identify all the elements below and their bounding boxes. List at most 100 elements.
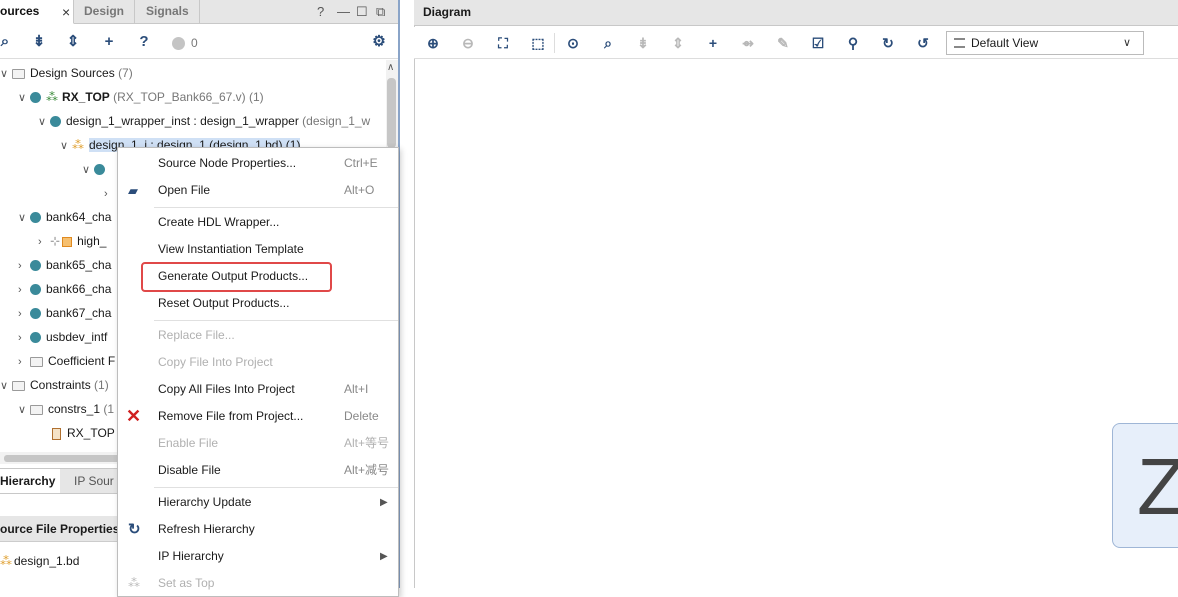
highlight-box <box>141 262 332 292</box>
chevron-right-icon[interactable]: › <box>104 183 116 205</box>
module-icon <box>30 284 41 296</box>
module-icon <box>30 92 41 104</box>
menu-item-create-hdl-wrapper[interactable]: Create HDL Wrapper... <box>118 209 398 236</box>
zoom-selection-icon[interactable]: ⬚ <box>529 34 547 52</box>
menu-item-ip-hierarchy[interactable]: IP Hierarchy ▶ <box>118 543 398 570</box>
menu-item-remove-file-from-project[interactable]: ✕ Remove File from Project... Delete <box>118 403 398 430</box>
zoom-fit-icon[interactable]: ⛶ <box>494 34 512 52</box>
tree-item-rx-top-xdc[interactable]: RX_TOP <box>52 422 115 444</box>
menu-item-copy-all-files-into-project[interactable]: Copy All Files Into Project Alt+I <box>118 376 398 403</box>
tree-vertical-scroll-thumb[interactable] <box>387 78 396 148</box>
tree-item-high[interactable]: › ⊹ high_ <box>38 230 106 252</box>
regenerate-layout-icon[interactable]: ↺ <box>914 34 932 52</box>
scroll-up-icon[interactable]: ∧ <box>387 62 394 73</box>
tree-horizontal-scroll-thumb[interactable] <box>4 455 124 462</box>
chevron-down-icon[interactable]: ∨ <box>18 399 30 421</box>
add-icon[interactable]: + <box>100 33 118 51</box>
menu-item-label: Open File <box>158 183 211 197</box>
maximize-icon[interactable]: ☐ <box>356 4 368 20</box>
tree-item-constrs-1[interactable]: ∨ constrs_1 (1 <box>18 398 114 420</box>
menu-item-disable-file[interactable]: Disable File Alt+减号 <box>118 457 398 484</box>
search-icon[interactable]: ⌕ <box>599 34 617 52</box>
tree-label: RX_TOP <box>62 90 110 104</box>
make-connection-icon[interactable]: ⇴ <box>739 34 757 52</box>
tree-detail: (design_1_w <box>302 114 371 128</box>
tree-item-grandchild[interactable]: › <box>104 182 116 204</box>
chevron-right-icon[interactable]: › <box>18 327 30 349</box>
menu-item-label: Enable File <box>158 436 219 450</box>
tree-item-rx-top[interactable]: ∨ ⁂ RX_TOP (RX_TOP_Bank66_67.v) (1) <box>18 86 264 108</box>
chevron-down-icon[interactable]: ∨ <box>18 87 30 109</box>
wrench-icon[interactable]: ✎ <box>774 34 792 52</box>
help-icon[interactable]: ? <box>317 4 324 19</box>
menu-item-reset-output-products[interactable]: Reset Output Products... <box>118 290 398 317</box>
refresh-icon[interactable]: ↻ <box>879 34 897 52</box>
minimize-icon[interactable]: — <box>337 4 350 19</box>
chevron-down-icon[interactable]: ∨ <box>18 207 30 229</box>
chevron-right-icon[interactable]: › <box>18 351 30 373</box>
menu-separator <box>154 487 398 488</box>
tab-hierarchy[interactable]: Hierarchy <box>0 469 60 493</box>
tab-design[interactable]: Design <box>74 0 136 24</box>
menu-item-refresh-hierarchy[interactable]: ↻ Refresh Hierarchy <box>118 516 398 543</box>
tree-item-constraints[interactable]: ∨ Constraints (1) <box>0 374 109 396</box>
menu-separator <box>154 320 398 321</box>
expand-all-icon[interactable]: ⇕ <box>64 33 82 51</box>
view-select[interactable]: Default View ∨ <box>946 31 1144 55</box>
collapse-icon[interactable]: ⇟ <box>634 34 652 52</box>
validate-icon[interactable]: ☑ <box>809 34 827 52</box>
zoom-in-icon[interactable]: ⊕ <box>424 34 442 52</box>
tree-item-wrapper-inst[interactable]: ∨ design_1_wrapper_inst : design_1_wrappe… <box>38 110 370 132</box>
search-icon[interactable]: ⌕ <box>0 33 14 51</box>
gear-icon[interactable]: ⚙ <box>370 33 388 51</box>
close-icon[interactable]: × <box>62 4 70 20</box>
menu-item-replace-file: Replace File... <box>118 322 398 349</box>
status-count: 0 <box>191 36 198 50</box>
module-icon <box>30 308 41 320</box>
diagram-card[interactable]: Z <box>1112 423 1178 548</box>
tree-item-bank67[interactable]: › bank67_cha <box>18 302 111 324</box>
tree-item-bank66[interactable]: › bank66_cha <box>18 278 111 300</box>
chevron-right-icon[interactable]: › <box>18 279 30 301</box>
diagram-card-letter: Z <box>1137 442 1178 531</box>
tree-item-bank64[interactable]: ∨ bank64_cha <box>18 206 111 228</box>
folder-icon <box>30 356 43 367</box>
chevron-down-icon[interactable]: ∨ <box>0 375 12 397</box>
chevron-down-icon[interactable]: ∨ <box>82 159 94 181</box>
menu-item-source-node-properties[interactable]: Source Node Properties... Ctrl+E <box>118 150 398 177</box>
menu-item-label: IP Hierarchy <box>158 549 224 563</box>
tree-count: (1) <box>94 378 109 392</box>
chevron-down-icon[interactable]: ∨ <box>0 63 12 85</box>
menu-item-label: View Instantiation Template <box>158 242 304 256</box>
chevron-right-icon[interactable]: › <box>38 231 50 253</box>
target-icon[interactable]: ⊙ <box>564 34 582 52</box>
tree-item-coefficient[interactable]: › Coefficient F <box>18 350 115 372</box>
expand-icon[interactable]: ⇕ <box>669 34 687 52</box>
chevron-down-icon[interactable]: ∨ <box>60 135 72 157</box>
zoom-out-icon[interactable]: ⊖ <box>459 34 477 52</box>
add-ip-icon[interactable]: + <box>704 34 722 52</box>
menu-item-shortcut: Ctrl+E <box>344 156 378 170</box>
tree-item-usbdev[interactable]: › usbdev_intf <box>18 326 107 348</box>
sources-tab-bar: ources × Design Signals ? — ☐ ⧉ <box>0 0 398 24</box>
tree-item-child[interactable]: ∨ <box>82 158 110 180</box>
properties-file-name: design_1.bd <box>14 554 80 568</box>
tree-item-bank65[interactable]: › bank65_cha <box>18 254 111 276</box>
menu-item-enable-file: Enable File Alt+等号 <box>118 430 398 457</box>
menu-item-view-instantiation-template[interactable]: View Instantiation Template <box>118 236 398 263</box>
menu-item-label: Reset Output Products... <box>158 296 290 310</box>
float-icon[interactable]: ⧉ <box>376 4 385 20</box>
menu-item-open-file[interactable]: ▰ Open File Alt+O <box>118 177 398 204</box>
module-icon <box>30 260 41 272</box>
tab-signals[interactable]: Signals <box>136 0 200 24</box>
pin-icon[interactable]: ⚲ <box>844 34 862 52</box>
tab-ip-sources[interactable]: IP Sour <box>62 469 114 493</box>
chevron-right-icon[interactable]: › <box>18 303 30 325</box>
properties-icon[interactable]: ? <box>135 33 153 51</box>
menu-item-shortcut: Alt+等号 <box>344 436 390 450</box>
menu-item-hierarchy-update[interactable]: Hierarchy Update ▶ <box>118 489 398 516</box>
tree-item-design-sources[interactable]: ∨ Design Sources (7) <box>0 62 133 84</box>
chevron-right-icon[interactable]: › <box>18 255 30 277</box>
chevron-down-icon[interactable]: ∨ <box>38 111 50 133</box>
collapse-all-icon[interactable]: ⇟ <box>30 33 48 51</box>
